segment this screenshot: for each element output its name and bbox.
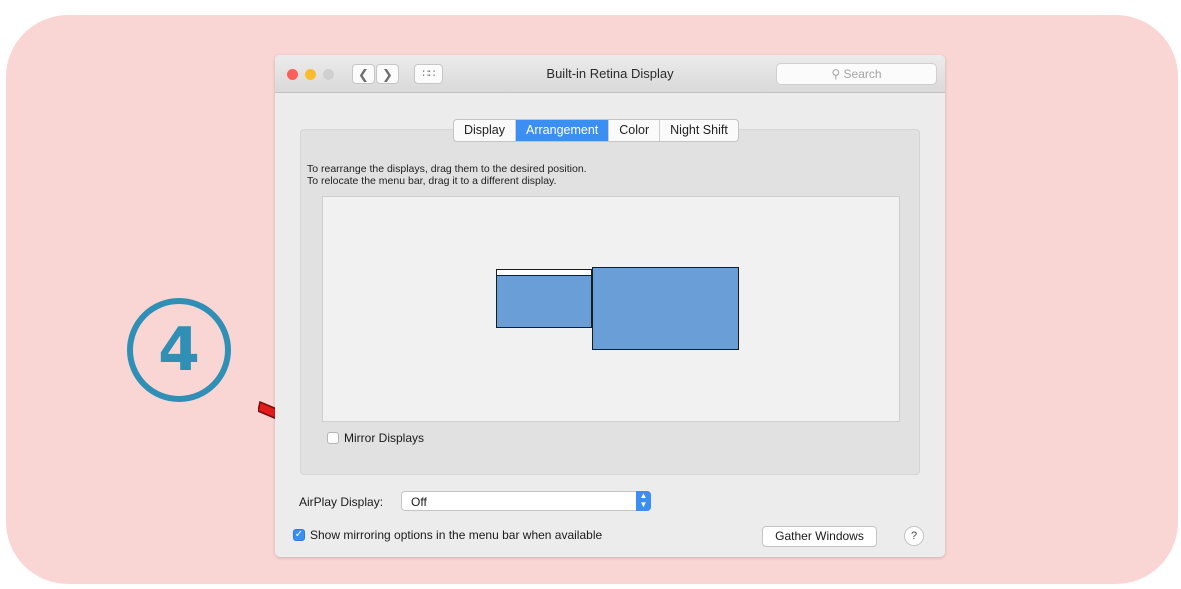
step-number-badge: 4 (127, 298, 231, 402)
chevron-updown-icon: ▲ ▼ (636, 491, 651, 511)
preferences-window: ❮ ❯ ∷∷ Built-in Retina Display ⚲ Search … (275, 55, 945, 557)
external-display-thumbnail[interactable] (592, 267, 739, 350)
search-icon: ⚲ (831, 67, 841, 81)
tab-night-shift[interactable]: Night Shift (660, 120, 738, 141)
airplay-display-value: Off (411, 495, 427, 509)
show-mirroring-checkbox[interactable]: ✓ (293, 529, 305, 541)
search-placeholder: Search (843, 67, 882, 81)
tab-color[interactable]: Color (609, 120, 661, 141)
gather-windows-button[interactable]: Gather Windows (762, 526, 877, 547)
arrangement-instructions: To rearrange the displays, drag them to … (307, 163, 587, 187)
mirror-displays-row: Mirror Displays (327, 431, 424, 445)
tab-bar: Display Arrangement Color Night Shift (453, 119, 739, 142)
title-bar: ❮ ❯ ∷∷ Built-in Retina Display ⚲ Search (275, 55, 945, 93)
airplay-display-label: AirPlay Display: (299, 495, 384, 509)
show-mirroring-row: ✓ Show mirroring options in the menu bar… (293, 528, 602, 542)
tab-arrangement[interactable]: Arrangement (516, 120, 610, 141)
mirror-displays-label: Mirror Displays (344, 431, 425, 445)
instruction-line: To rearrange the displays, drag them to … (307, 163, 587, 175)
airplay-display-select[interactable]: Off ▲ ▼ (401, 491, 651, 511)
display-arrangement-area (322, 196, 900, 422)
tab-display[interactable]: Display (454, 120, 516, 141)
show-mirroring-label: Show mirroring options in the menu bar w… (310, 528, 603, 542)
built-in-display-thumbnail[interactable] (496, 269, 592, 328)
help-button[interactable]: ? (904, 526, 924, 546)
instruction-line: To relocate the menu bar, drag it to a d… (307, 175, 557, 187)
mirror-displays-checkbox[interactable] (327, 432, 339, 444)
checkmark-icon: ✓ (294, 529, 304, 540)
search-input[interactable]: ⚲ Search (776, 63, 937, 85)
menu-bar-handle[interactable] (497, 270, 591, 276)
